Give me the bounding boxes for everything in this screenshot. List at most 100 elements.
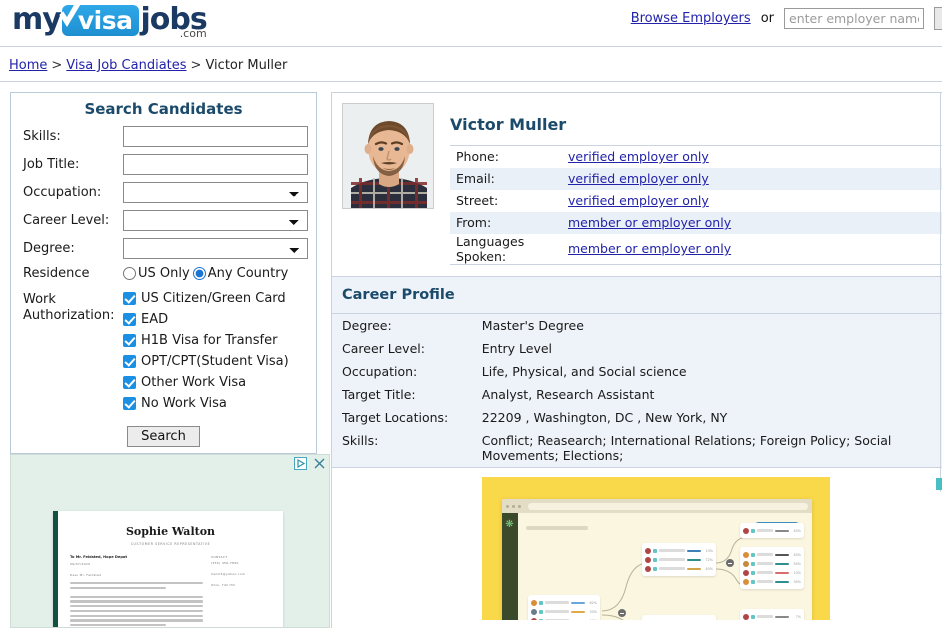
ad-people-card: 13% 72% 40% — [642, 543, 716, 576]
or-label: or — [760, 11, 774, 26]
site-logo[interactable]: my visa jobs .com — [12, 0, 208, 44]
ad-person-row: 7% — [743, 612, 801, 620]
table-row: From: member or employer only — [450, 211, 942, 234]
employer-search-button[interactable]: S — [934, 7, 942, 30]
bottom-advertisement-area: ❋ 62% 33% 13% 72% 40% 40% 40% 50% 10% 30… — [332, 467, 942, 620]
languages-value-link[interactable]: member or employer only — [568, 241, 731, 256]
career-level-select[interactable] — [123, 210, 308, 231]
contact-key-street: Street: — [456, 193, 499, 208]
employer-name-input[interactable] — [784, 8, 924, 29]
residence-radio-us-only[interactable] — [123, 267, 136, 280]
email-value-link[interactable]: verified employer only — [568, 171, 709, 186]
ad-document-salutation: Dear Mr. Feldsted — [70, 573, 102, 577]
table-row: Languages Spoken: member or employer onl… — [450, 233, 942, 264]
ad-contact-email: hw123@yahoo.com — [211, 572, 246, 576]
ad-people-card: 62% 33% 10% 80% — [528, 595, 600, 620]
checkbox-checked-icon[interactable] — [123, 397, 136, 410]
work-auth-item-other-visa[interactable]: Other Work Visa — [123, 375, 289, 390]
from-value-link[interactable]: member or employer only — [568, 215, 731, 230]
search-button[interactable]: Search — [127, 426, 200, 447]
avatar — [743, 578, 749, 585]
degree-select[interactable] — [123, 238, 308, 259]
bottom-advertisement[interactable]: ❋ 62% 33% 13% 72% 40% 40% 40% 50% 10% 30… — [482, 477, 830, 620]
sidebar-advertisement[interactable]: Sophie Walton CUSTOMER SERVICE REPRESENT… — [10, 454, 330, 628]
work-authorization-row: Work Authorization: US Citizen/Green Car… — [11, 291, 316, 411]
logo-text-visa: visa — [77, 5, 133, 35]
ad-text-line — [70, 619, 203, 622]
ad-document-name: Sophie Walton — [125, 525, 216, 538]
avatar — [743, 527, 749, 534]
portrait-photo — [343, 104, 433, 208]
avatar — [645, 565, 651, 572]
work-auth-item-ead[interactable]: EAD — [123, 312, 289, 327]
close-icon[interactable] — [313, 457, 326, 470]
contact-key-phone: Phone: — [456, 149, 499, 165]
breadcrumb: Home > Visa Job Candiates > Victor Muller — [9, 58, 287, 73]
career-key-occupation: Occupation: — [342, 364, 418, 379]
avatar — [743, 613, 749, 620]
ad-document-right-column: CONTACT (555) 456-7890 hw123@yahoo.com O… — [211, 555, 273, 627]
skills-input[interactable] — [123, 126, 308, 147]
ad-app-logo-icon: ❋ — [505, 519, 514, 530]
ad-person-row: 40% — [743, 526, 801, 535]
right-edge-marker — [936, 478, 942, 490]
checkbox-checked-icon[interactable] — [123, 313, 136, 326]
ad-person-row: 33% — [531, 607, 597, 616]
contact-value-from: member or employer only — [562, 212, 942, 234]
right-panel-border — [940, 92, 941, 492]
candidate-avatar — [342, 103, 434, 209]
contact-key-languages: Languages Spoken: — [456, 233, 525, 264]
ad-text-line — [70, 582, 203, 585]
work-auth-item-h1b[interactable]: H1B Visa for Transfer — [123, 333, 289, 348]
browser-dot — [512, 504, 515, 508]
logo-visa-badge: visa — [59, 0, 140, 36]
job-title-input[interactable] — [123, 154, 308, 175]
adchoices-icon[interactable] — [294, 457, 307, 470]
job-title-label: Job Title: — [23, 157, 80, 172]
residence-radio-any-country[interactable] — [192, 267, 206, 280]
work-auth-item-no-visa[interactable]: No Work Visa — [123, 396, 289, 411]
work-auth-item-opt-cpt[interactable]: OPT/CPT(Student Visa) — [123, 354, 289, 369]
checkbox-checked-icon[interactable] — [123, 292, 136, 305]
work-auth-label-no-visa: No Work Visa — [141, 396, 227, 411]
profile-info: Victor Muller Contact Victor M Phone: ve… — [434, 103, 942, 276]
avatar — [531, 617, 537, 620]
ad-document-preview: Sophie Walton CUSTOMER SERVICE REPRESENT… — [53, 511, 283, 627]
phone-value-link[interactable]: verified employer only — [568, 149, 709, 164]
street-value-link[interactable]: verified employer only — [568, 193, 709, 208]
header-employer-search: Browse Employers or S — [631, 7, 942, 30]
avatar — [645, 547, 651, 554]
candidate-name: Victor Muller — [450, 115, 567, 134]
table-row: Phone: verified employer only — [450, 145, 942, 168]
job-title-row: Job Title: — [11, 154, 316, 175]
ad-text-line — [70, 605, 203, 608]
avatar — [645, 556, 651, 563]
ad-people-card: 30% 80% 50% — [642, 615, 716, 620]
checkbox-checked-icon[interactable] — [123, 376, 136, 389]
contact-key-from: From: — [456, 215, 492, 230]
career-level-row: Career Level: — [11, 210, 316, 231]
work-auth-item-us-citizen[interactable]: US Citizen/Green Card — [123, 291, 289, 306]
skills-row: Skills: — [11, 126, 316, 147]
residence-option-us-only[interactable]: US Only — [123, 266, 190, 281]
ad-person-row: 72% — [645, 555, 713, 564]
career-value-target-title: Analyst, Research Assistant — [481, 387, 655, 402]
residence-option-any-country[interactable]: Any Country — [192, 266, 288, 281]
browse-employers-link[interactable]: Browse Employers — [631, 11, 751, 26]
career-level-label: Career Level: — [23, 213, 110, 228]
table-row: Email: verified employer only — [450, 167, 942, 190]
work-auth-label-h1b: H1B Visa for Transfer — [141, 333, 278, 348]
degree-row: Degree: — [11, 238, 316, 259]
table-row: Street: verified employer only — [450, 190, 942, 212]
occupation-select[interactable] — [123, 182, 308, 203]
search-button-wrap: Search — [11, 425, 316, 447]
ad-person-row: 50% — [743, 559, 801, 568]
breadcrumb-home-link[interactable]: Home — [9, 58, 47, 73]
checkbox-checked-icon[interactable] — [123, 334, 136, 347]
work-auth-label-other-visa: Other Work Visa — [141, 375, 247, 390]
breadcrumb-candidates-link[interactable]: Visa Job Candiates — [66, 58, 186, 73]
ad-document-date: 06/07/2020 — [70, 562, 91, 566]
skills-label: Skills: — [23, 129, 61, 144]
checkbox-checked-icon[interactable] — [123, 355, 136, 368]
contact-value-street: verified employer only — [562, 190, 942, 212]
